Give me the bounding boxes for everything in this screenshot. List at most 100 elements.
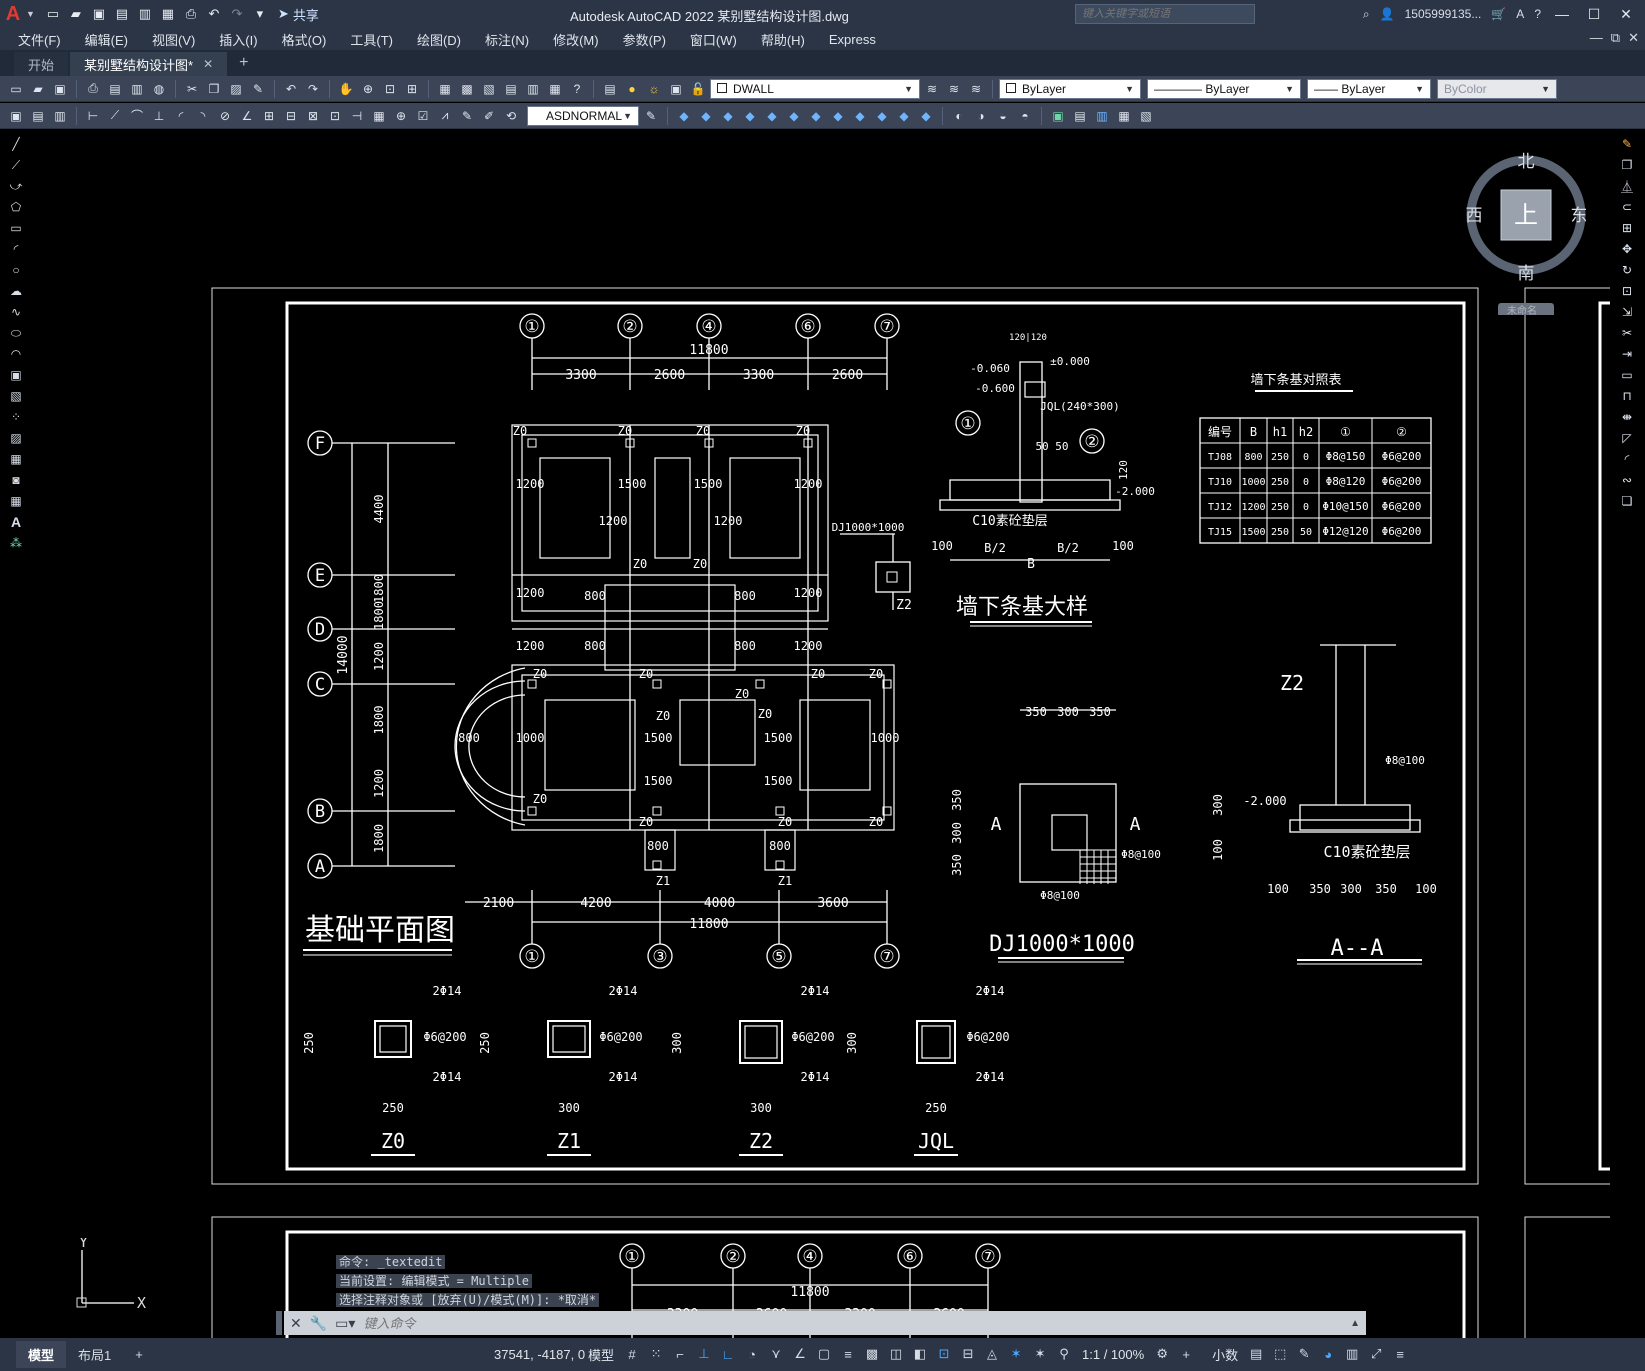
viewcube-north[interactable]: 北 bbox=[1518, 152, 1535, 172]
undo-icon[interactable]: ↶ bbox=[281, 79, 301, 99]
offset-icon[interactable]: ⊂ bbox=[1617, 197, 1637, 217]
selection-cycling-icon[interactable]: ◫ bbox=[886, 1344, 906, 1364]
paste-icon[interactable]: ▨ bbox=[226, 79, 246, 99]
transparency-icon[interactable]: ▩ bbox=[862, 1344, 882, 1364]
copy-object-icon[interactable]: ❐ bbox=[1617, 155, 1637, 175]
clean-screen-icon[interactable]: ⤢ bbox=[1366, 1344, 1386, 1364]
make-block-icon[interactable]: ▧ bbox=[6, 386, 26, 406]
table-icon[interactable]: ▦ bbox=[6, 491, 26, 511]
customize-icon[interactable]: 🔧 bbox=[310, 1315, 327, 1332]
tool-c-icon[interactable]: ▥ bbox=[50, 106, 70, 126]
lock-ui-icon[interactable]: ⬚ bbox=[1270, 1344, 1290, 1364]
selection-filter-icon[interactable]: ⊟ bbox=[958, 1344, 978, 1364]
hatch-icon[interactable]: ▨ bbox=[6, 428, 26, 448]
customize-status-icon[interactable]: ≡ bbox=[1390, 1344, 1410, 1364]
zoom-realtime-icon[interactable]: ⊕ bbox=[358, 79, 378, 99]
menu-item-0[interactable]: 文件(F) bbox=[6, 30, 73, 49]
inspection-icon[interactable]: ☑ bbox=[413, 106, 433, 126]
designcenter-icon[interactable]: ▩ bbox=[457, 79, 477, 99]
viewcube-east[interactable]: 东 bbox=[1571, 206, 1588, 226]
calculator-icon[interactable]: ▦ bbox=[545, 79, 565, 99]
tool-b-icon[interactable]: ▤ bbox=[28, 106, 48, 126]
save-icon[interactable]: ▣ bbox=[50, 79, 70, 99]
autoscale-icon[interactable]: ✶ bbox=[1030, 1344, 1050, 1364]
share-button[interactable]: ➤ 共享 bbox=[278, 5, 319, 24]
preview-icon[interactable]: ▤ bbox=[105, 79, 125, 99]
dim-arc-icon[interactable]: ⌒ bbox=[127, 106, 147, 126]
tool-3d-17-icon[interactable]: ▣ bbox=[1048, 106, 1068, 126]
maximize-button[interactable]: ☐ bbox=[1583, 6, 1605, 23]
polar-icon[interactable]: ◔ bbox=[742, 1344, 762, 1364]
qdim-icon[interactable]: ⊞ bbox=[259, 106, 279, 126]
model-space-toggle[interactable]: 模型 bbox=[584, 1345, 618, 1364]
search-input[interactable] bbox=[1075, 4, 1255, 24]
help-icon[interactable]: ? bbox=[1534, 7, 1541, 21]
text-style-dropdown[interactable]: ASDNORMAL ▼ bbox=[527, 105, 639, 126]
mirror-icon[interactable]: ⏅ bbox=[1617, 176, 1637, 196]
autocad-logo[interactable]: A bbox=[0, 0, 26, 28]
jog-line-icon[interactable]: ⩘ bbox=[435, 106, 455, 126]
viewcube-top[interactable]: 上 bbox=[1514, 201, 1538, 229]
undo-icon[interactable]: ↶ bbox=[204, 4, 224, 24]
menu-item-3[interactable]: 插入(I) bbox=[207, 30, 269, 49]
qat-dropdown-icon[interactable]: ▾ bbox=[250, 4, 270, 24]
layer-on-icon[interactable]: ● bbox=[622, 79, 642, 99]
app-menu-arrow-icon[interactable]: ▼ bbox=[26, 9, 35, 19]
tool-3d-13-icon[interactable]: ◐ bbox=[949, 106, 969, 126]
polygon-icon[interactable]: ⬠ bbox=[6, 197, 26, 217]
viewcube-south[interactable]: 南 bbox=[1518, 264, 1535, 284]
join-icon[interactable]: ⇼ bbox=[1617, 407, 1637, 427]
ellipse-arc-icon[interactable]: ◠ bbox=[6, 344, 26, 364]
tab-layout1[interactable]: 布局1 bbox=[66, 1341, 123, 1368]
dim-update-icon[interactable]: ⟲ bbox=[501, 106, 521, 126]
matchprop-icon[interactable]: ✎ bbox=[248, 79, 268, 99]
chamfer-icon[interactable]: ◸ bbox=[1617, 428, 1637, 448]
dim-aligned-icon[interactable]: ⟋ bbox=[105, 106, 125, 126]
drawing-canvas[interactable]: ① ② ④ ⑥ ⑦ 11800 3300 2600 3300 2600 F E D C B A 14000 440… bbox=[32, 133, 1610, 1338]
doc-minimize-button[interactable]: — bbox=[1590, 30, 1603, 46]
doc-close-button[interactable]: ✕ bbox=[1628, 30, 1639, 46]
dynamic-input-icon[interactable]: ⊥ bbox=[694, 1344, 714, 1364]
layer-freeze-icon[interactable]: ☼ bbox=[644, 79, 664, 99]
web-icon[interactable]: ◍ bbox=[149, 79, 169, 99]
zoom-window-icon[interactable]: ⊡ bbox=[380, 79, 400, 99]
graphics-perf-icon[interactable]: ▥ bbox=[1342, 1344, 1362, 1364]
properties-icon[interactable]: ▦ bbox=[435, 79, 455, 99]
close-button[interactable]: ✕ bbox=[1615, 6, 1637, 23]
osnap-icon[interactable]: ▢ bbox=[814, 1344, 834, 1364]
tool-3d-12-icon[interactable]: ◆ bbox=[916, 106, 936, 126]
tool-a-icon[interactable]: ▣ bbox=[6, 106, 26, 126]
tool-3d-21-icon[interactable]: ▧ bbox=[1136, 106, 1156, 126]
tool-3d-9-icon[interactable]: ◆ bbox=[850, 106, 870, 126]
doc-restore-button[interactable]: ⧉ bbox=[1611, 30, 1620, 46]
tool-3d-3-icon[interactable]: ◆ bbox=[718, 106, 738, 126]
revcloud-icon[interactable]: ☁ bbox=[6, 281, 26, 301]
tool-3d-20-icon[interactable]: ▦ bbox=[1114, 106, 1134, 126]
linetype-dropdown[interactable]: ———— ByLayer ▼ bbox=[1147, 78, 1301, 99]
arc-icon[interactable]: ◜ bbox=[6, 239, 26, 259]
rectangle-icon[interactable]: ▭ bbox=[6, 218, 26, 238]
save-as-icon[interactable]: ▤ bbox=[112, 4, 132, 24]
tool-3d-5-icon[interactable]: ◆ bbox=[762, 106, 782, 126]
lineweight-icon[interactable]: ≡ bbox=[838, 1344, 858, 1364]
stretch-icon[interactable]: ⇲ bbox=[1617, 302, 1637, 322]
tool-3d-8-icon[interactable]: ◆ bbox=[828, 106, 848, 126]
print-icon[interactable]: ⎙ bbox=[181, 4, 201, 24]
spline-icon[interactable]: ∿ bbox=[6, 302, 26, 322]
dim-style-icon[interactable]: ✎ bbox=[641, 106, 661, 126]
new-icon[interactable]: ▭ bbox=[43, 4, 63, 24]
user-name[interactable]: 1505999135... bbox=[1405, 7, 1482, 21]
annotation-visibility-icon[interactable]: ✶ bbox=[1006, 1344, 1026, 1364]
redo-icon[interactable]: ↷ bbox=[227, 4, 247, 24]
dim-ordinate-icon[interactable]: ⊥ bbox=[149, 106, 169, 126]
add-layout-button[interactable]: + bbox=[123, 1343, 155, 1366]
infer-icon[interactable]: ⌐ bbox=[670, 1344, 690, 1364]
layer-lock-icon[interactable]: 🔓 bbox=[688, 79, 708, 99]
help-icon[interactable]: ? bbox=[567, 79, 587, 99]
tool-3d-14-icon[interactable]: ◑ bbox=[971, 106, 991, 126]
dim-jogged-icon[interactable]: ◝ bbox=[193, 106, 213, 126]
markup-icon[interactable]: ▥ bbox=[523, 79, 543, 99]
break-point-icon[interactable]: ▭ bbox=[1617, 365, 1637, 385]
ortho-icon[interactable]: ∟ bbox=[718, 1344, 738, 1364]
tool-3d-19-icon[interactable]: ▥ bbox=[1092, 106, 1112, 126]
